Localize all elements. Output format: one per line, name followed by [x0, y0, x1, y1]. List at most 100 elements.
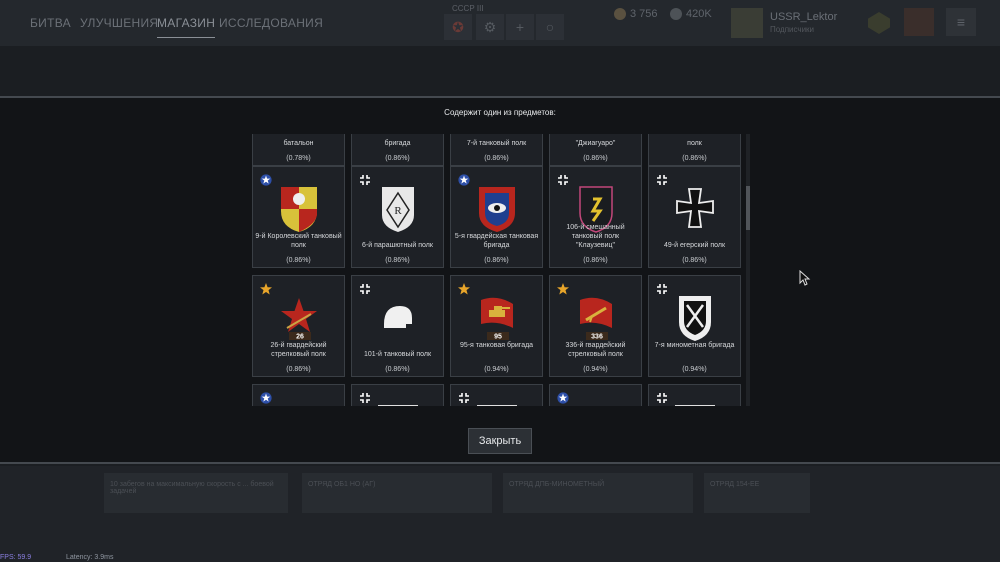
player-name[interactable]: USSR_Lektor	[770, 11, 837, 23]
svg-text:R: R	[394, 205, 402, 217]
task-card[interactable]: ОТРЯД 154-ЕЕ	[704, 473, 810, 513]
item-name: 26-й гвардейский стрелковый полк	[270, 342, 327, 358]
item-card[interactable]: R 6-й парашютный полк (0.86%)	[351, 166, 444, 268]
item-card[interactable]: 106-й смешанный танковый полк "Клаузевиц…	[549, 166, 642, 268]
item-name: 49-й егерский полк	[663, 242, 726, 249]
item-chance: (0.86%)	[484, 155, 509, 162]
circle-icon[interactable]: ○	[536, 14, 564, 40]
task-card[interactable]: ОТРЯД ОБ1 НО (АГ)	[302, 473, 492, 513]
item-name: 9-й Королевский танковый полк	[255, 233, 342, 249]
item-card[interactable]: 5-я гвардейская танковая бригада (0.86%)	[450, 166, 543, 268]
item-card[interactable]	[252, 384, 345, 406]
item-card[interactable]: "Джиагуаро" (0.86%)	[549, 134, 642, 166]
ussr-star-icon	[557, 282, 569, 295]
germany-cross-icon	[359, 391, 371, 403]
item-chance: (0.86%)	[385, 366, 410, 373]
item-card[interactable]: 9-й Королевский танковый полк (0.86%)	[252, 166, 345, 268]
item-chance: (0.94%)	[682, 366, 707, 373]
avatar[interactable]	[731, 8, 763, 38]
item-card[interactable]	[549, 384, 642, 406]
svg-text:336: 336	[591, 334, 603, 341]
shield-r-emblem-icon: R	[378, 185, 418, 233]
germany-cross-icon	[656, 391, 668, 403]
item-name: бригада	[384, 140, 411, 147]
red-star-emblem-icon: 26	[279, 294, 319, 342]
item-card[interactable]: 336 336-й гвардейский стрелковый полк (0.9…	[549, 275, 642, 377]
item-chance: (0.86%)	[583, 155, 608, 162]
shield-x-emblem-icon	[675, 294, 715, 342]
svg-text:95: 95	[494, 334, 502, 341]
plus-icon[interactable]: +	[506, 14, 534, 40]
ussr-star-icon	[260, 282, 272, 295]
tab-research[interactable]: ИССЛЕДОВАНИЯ	[219, 16, 323, 30]
germany-cross-icon	[656, 282, 668, 294]
item-chance: (0.94%)	[484, 366, 509, 373]
germany-cross-icon	[557, 173, 569, 185]
item-card[interactable]: 26 26-й гвардейский стрелковый полк (0.86%…	[252, 275, 345, 377]
nation-label: СССР III	[452, 4, 484, 13]
shield-royal-emblem-icon	[279, 185, 319, 233]
usa-star-icon	[260, 391, 272, 404]
item-name: "Джиагуаро"	[575, 140, 616, 147]
item-name: 336-й гвардейский стрелковый полк	[565, 342, 626, 358]
silver-icon	[670, 8, 682, 21]
menu-icon[interactable]: ≡	[946, 8, 976, 36]
item-card[interactable]: 95 95-я танковая бригада (0.94%)	[450, 275, 543, 377]
item-card[interactable]	[351, 384, 444, 406]
item-name: батальон	[283, 140, 314, 147]
item-card[interactable]: 49-й егерский полк (0.86%)	[648, 166, 741, 268]
item-chance: (0.86%)	[682, 257, 707, 264]
helmet-emblem-icon	[378, 294, 418, 342]
dialog-title: Содержит один из предметов:	[444, 108, 556, 117]
item-name: 6-й парашютный полк	[362, 242, 433, 249]
item-name: полк	[687, 140, 702, 147]
red-flag-gun-emblem-icon: 336	[576, 294, 616, 342]
item-name: 7-й танковый полк	[466, 140, 527, 147]
red-flag-tank-emblem-icon: 95	[477, 294, 517, 342]
item-name: 5-я гвардейская танковая бригада	[454, 233, 539, 249]
items-grid[interactable]: батальон (0.78%) бригада (0.86%) 7-й танковы…	[252, 134, 746, 406]
germany-cross-icon	[458, 391, 470, 403]
item-card[interactable]	[450, 384, 543, 406]
item-chance: (0.86%)	[286, 257, 311, 264]
svg-text:26: 26	[296, 334, 304, 341]
germany-cross-icon	[359, 282, 371, 294]
scrollbar[interactable]	[746, 134, 750, 406]
scrollbar-thumb[interactable]	[746, 186, 750, 230]
mouse-cursor-icon	[799, 270, 811, 286]
close-button[interactable]: Закрыть	[468, 428, 532, 454]
item-chance: (0.78%)	[286, 155, 311, 162]
item-card[interactable]: бригада (0.86%)	[351, 134, 444, 166]
iron-cross-emblem-icon	[675, 185, 715, 233]
item-card[interactable]: 7-й танковый полк (0.86%)	[450, 134, 543, 166]
item-card[interactable]: полк (0.86%)	[648, 134, 741, 166]
usa-star-icon	[557, 391, 569, 404]
emblem-icon	[477, 405, 517, 406]
squad-icon[interactable]: ✪	[444, 14, 472, 40]
ussr-star-icon	[458, 282, 470, 295]
item-name: 7-я минометная бригада	[654, 342, 735, 349]
item-name: 101-й танковый полк	[363, 351, 432, 358]
germany-cross-icon	[656, 173, 668, 185]
germany-cross-icon	[359, 173, 371, 185]
emblem-icon	[378, 405, 418, 406]
item-card[interactable]	[648, 384, 741, 406]
tab-shop[interactable]: МАГАЗИН	[157, 16, 216, 38]
task-card[interactable]: ОТРЯД ДПБ-МИНОМЕТНЫЙ	[503, 473, 693, 513]
item-card[interactable]: 7-я минометная бригада (0.94%)	[648, 275, 741, 377]
item-card[interactable]: батальон (0.78%)	[252, 134, 345, 166]
fps-counter: FPS: 59.9	[0, 554, 32, 561]
usa-star-icon	[458, 173, 470, 186]
tab-battle[interactable]: БИТВА	[30, 16, 71, 30]
shield-eye-emblem-icon	[477, 185, 517, 233]
task-card[interactable]: 10 забегов на максимальную скорость с ..…	[104, 473, 288, 513]
player-status: Подписчики	[770, 25, 815, 34]
emblem-icon	[675, 405, 715, 406]
quick-actions: ✪ ⚙ + ○	[444, 14, 564, 40]
item-name: 95-я танковая бригада	[459, 342, 534, 349]
tab-upgrades[interactable]: УЛУЧШЕНИЯ	[80, 16, 158, 30]
flag-icon[interactable]	[904, 8, 934, 36]
item-chance: (0.86%)	[385, 155, 410, 162]
gear-icon[interactable]: ⚙	[476, 14, 504, 40]
item-card[interactable]: 101-й танковый полк (0.86%)	[351, 275, 444, 377]
